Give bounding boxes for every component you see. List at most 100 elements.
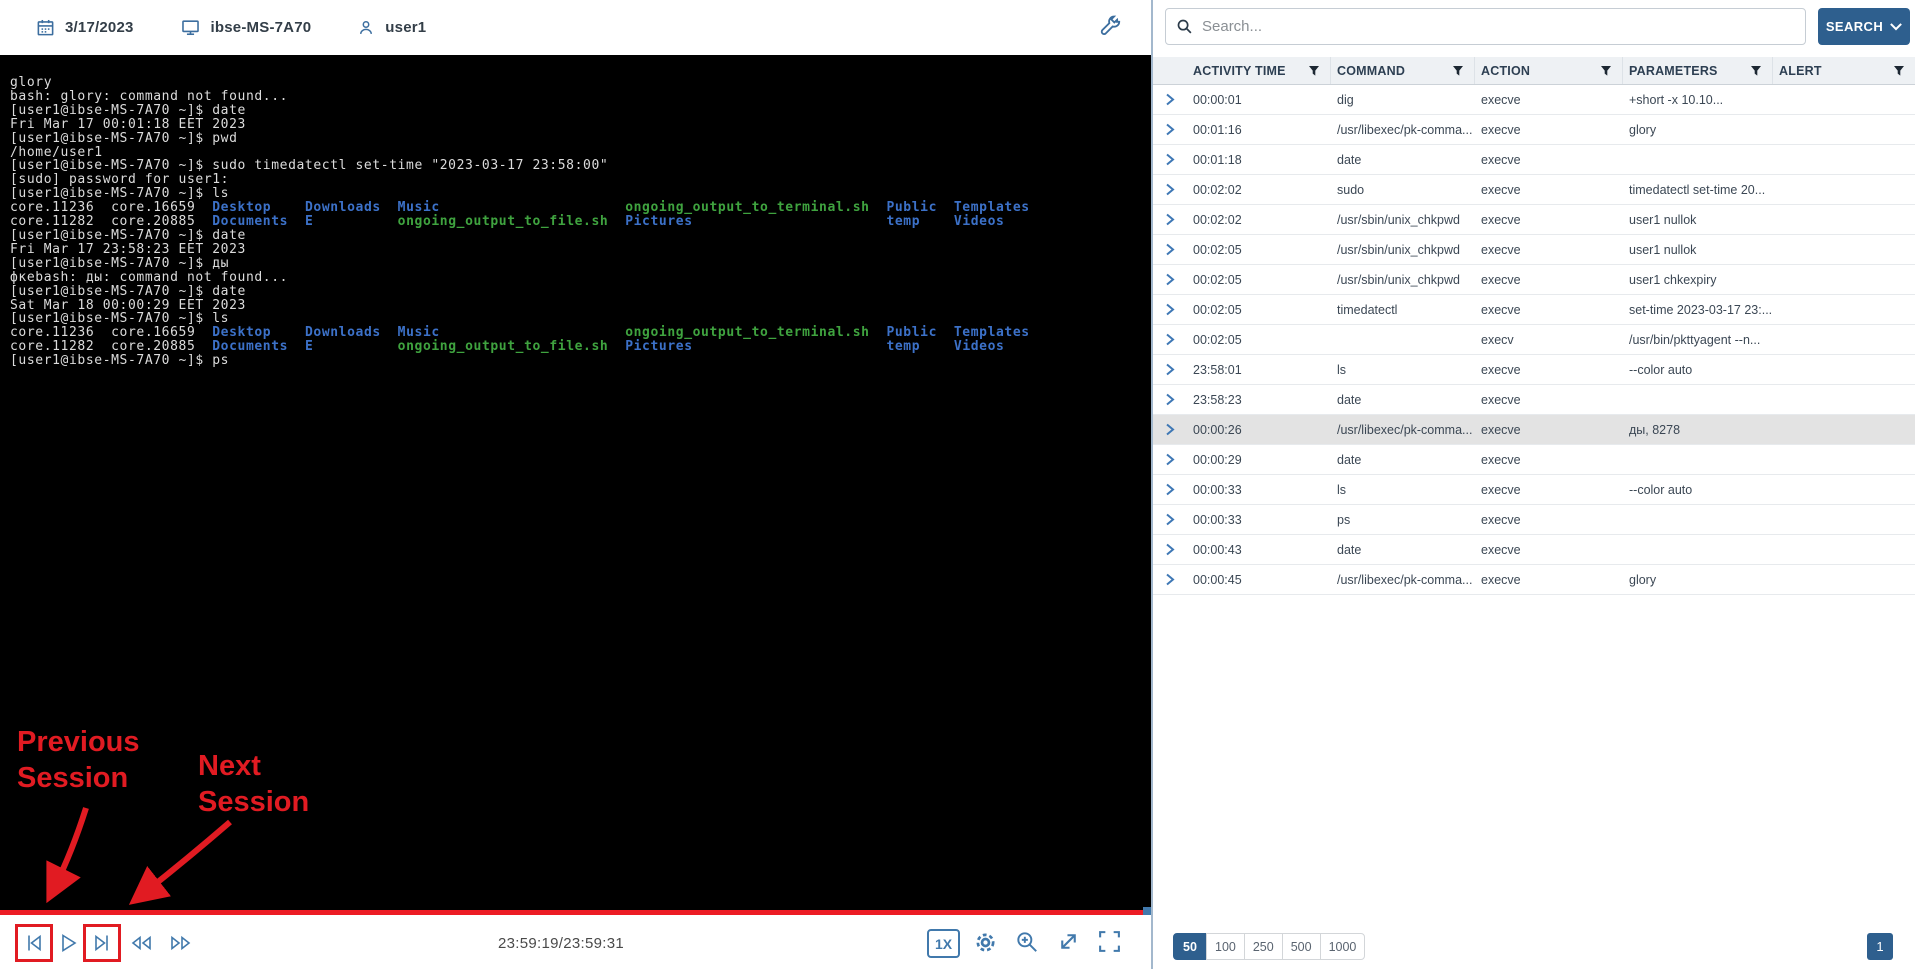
expand-chevron-icon[interactable]	[1165, 513, 1175, 526]
resize-button[interactable]	[1055, 929, 1082, 956]
fullscreen-button[interactable]	[1096, 929, 1123, 956]
cell-command: /usr/sbin/unix_chkpwd	[1331, 205, 1475, 234]
row-expand-button[interactable]	[1153, 475, 1187, 504]
expand-chevron-icon[interactable]	[1165, 393, 1175, 406]
next-session-button[interactable]	[90, 931, 114, 955]
filter-icon[interactable]	[1308, 65, 1320, 77]
row-expand-button[interactable]	[1153, 115, 1187, 144]
resize-icon	[1056, 929, 1081, 954]
previous-session-button[interactable]	[22, 931, 46, 955]
expand-chevron-icon[interactable]	[1165, 153, 1175, 166]
zoom-in-button[interactable]	[1013, 929, 1040, 956]
row-expand-button[interactable]	[1153, 295, 1187, 324]
cell-command: /usr/libexec/pk-comma...	[1331, 415, 1475, 444]
cell-activity-time: 00:00:29	[1187, 445, 1331, 474]
expand-chevron-icon[interactable]	[1165, 183, 1175, 196]
filter-icon[interactable]	[1452, 65, 1464, 77]
session-host-label: ibse-MS-7A70	[211, 19, 312, 36]
cell-parameters: --color auto	[1623, 475, 1773, 504]
row-expand-button[interactable]	[1153, 265, 1187, 294]
column-header-alert[interactable]: ALERT	[1773, 57, 1915, 84]
row-expand-button[interactable]	[1153, 505, 1187, 534]
table-row[interactable]: 23:58:01lsexecve--color auto	[1153, 355, 1915, 385]
column-header-action[interactable]: ACTION	[1475, 57, 1623, 84]
play-button[interactable]	[56, 931, 80, 955]
player-settings-button[interactable]	[972, 929, 999, 956]
expand-chevron-icon[interactable]	[1165, 543, 1175, 556]
column-header-parameters[interactable]: PARAMETERS	[1623, 57, 1773, 84]
playback-speed-button[interactable]: 1X	[927, 929, 960, 958]
row-expand-button[interactable]	[1153, 175, 1187, 204]
table-row[interactable]: 00:01:18dateexecve	[1153, 145, 1915, 175]
table-row[interactable]: 00:02:02/usr/sbin/unix_chkpwdexecveuser1…	[1153, 205, 1915, 235]
row-expand-button[interactable]	[1153, 535, 1187, 564]
table-row[interactable]: 23:58:23dateexecve	[1153, 385, 1915, 415]
row-expand-button[interactable]	[1153, 235, 1187, 264]
table-row[interactable]: 00:00:33psexecve	[1153, 505, 1915, 535]
table-row[interactable]: 00:02:05execv/usr/bin/pkttyagent --n...	[1153, 325, 1915, 355]
table-row[interactable]: 00:02:02sudoexecvetimedatectl set-time 2…	[1153, 175, 1915, 205]
filter-icon[interactable]	[1600, 65, 1612, 77]
expand-chevron-icon[interactable]	[1165, 573, 1175, 586]
cell-alert	[1773, 265, 1915, 294]
cell-action: execve	[1475, 415, 1623, 444]
expand-chevron-icon[interactable]	[1165, 243, 1175, 256]
rewind-button[interactable]	[128, 931, 152, 955]
monitor-icon	[180, 18, 201, 37]
session-date: 3/17/2023	[36, 18, 134, 37]
table-row[interactable]: 00:00:26/usr/libexec/pk-comma...execveды…	[1153, 415, 1915, 445]
page-size-50[interactable]: 50	[1173, 933, 1207, 960]
cell-action: execv	[1475, 325, 1623, 354]
filter-icon[interactable]	[1893, 65, 1905, 77]
search-button[interactable]: SEARCH	[1818, 8, 1910, 45]
skip-next-icon	[90, 931, 114, 955]
row-expand-button[interactable]	[1153, 385, 1187, 414]
column-header-command[interactable]: COMMAND	[1331, 57, 1475, 84]
search-input[interactable]	[1202, 18, 1805, 35]
table-row[interactable]: 00:02:05/usr/sbin/unix_chkpwdexecveuser1…	[1153, 265, 1915, 295]
cell-alert	[1773, 565, 1915, 594]
row-expand-button[interactable]	[1153, 145, 1187, 174]
page-size-100[interactable]: 100	[1206, 933, 1245, 960]
row-expand-button[interactable]	[1153, 445, 1187, 474]
row-expand-button[interactable]	[1153, 415, 1187, 444]
table-row[interactable]: 00:00:29dateexecve	[1153, 445, 1915, 475]
fast-forward-icon	[168, 931, 194, 955]
cell-parameters	[1623, 385, 1773, 414]
fast-forward-button[interactable]	[168, 931, 192, 955]
page-size-500[interactable]: 500	[1282, 933, 1321, 960]
expand-chevron-icon[interactable]	[1165, 483, 1175, 496]
cell-command	[1331, 325, 1475, 354]
expand-chevron-icon[interactable]	[1165, 453, 1175, 466]
row-expand-button[interactable]	[1153, 205, 1187, 234]
expand-chevron-icon[interactable]	[1165, 333, 1175, 346]
page-number-button[interactable]: 1	[1867, 933, 1893, 960]
filter-icon[interactable]	[1750, 65, 1762, 77]
events-table-header: ACTIVITY TIME COMMAND ACTION PARAMETERS …	[1153, 57, 1915, 85]
table-row[interactable]: 00:00:45/usr/libexec/pk-comma...execvegl…	[1153, 565, 1915, 595]
expand-chevron-icon[interactable]	[1165, 213, 1175, 226]
expand-chevron-icon[interactable]	[1165, 363, 1175, 376]
expand-chevron-icon[interactable]	[1165, 303, 1175, 316]
settings-wrench-button[interactable]	[1097, 14, 1123, 40]
expand-chevron-icon[interactable]	[1165, 273, 1175, 286]
column-header-activity-time[interactable]: ACTIVITY TIME	[1187, 57, 1331, 84]
table-row[interactable]: 00:02:05/usr/sbin/unix_chkpwdexecveuser1…	[1153, 235, 1915, 265]
fullscreen-icon	[1097, 929, 1122, 954]
page-size-1000[interactable]: 1000	[1320, 933, 1366, 960]
page-size-250[interactable]: 250	[1244, 933, 1283, 960]
cell-command: dig	[1331, 85, 1475, 114]
table-row[interactable]: 00:00:43dateexecve	[1153, 535, 1915, 565]
row-expand-button[interactable]	[1153, 85, 1187, 114]
table-row[interactable]: 00:01:16/usr/libexec/pk-comma...execvegl…	[1153, 115, 1915, 145]
expand-chevron-icon[interactable]	[1165, 423, 1175, 436]
table-row[interactable]: 00:02:05timedatectlexecveset-time 2023-0…	[1153, 295, 1915, 325]
table-row[interactable]: 00:00:33lsexecve--color auto	[1153, 475, 1915, 505]
row-expand-button[interactable]	[1153, 325, 1187, 354]
row-expand-button[interactable]	[1153, 565, 1187, 594]
cell-alert	[1773, 145, 1915, 174]
table-row[interactable]: 00:00:01digexecve+short -x 10.10...	[1153, 85, 1915, 115]
expand-chevron-icon[interactable]	[1165, 93, 1175, 106]
row-expand-button[interactable]	[1153, 355, 1187, 384]
expand-chevron-icon[interactable]	[1165, 123, 1175, 136]
